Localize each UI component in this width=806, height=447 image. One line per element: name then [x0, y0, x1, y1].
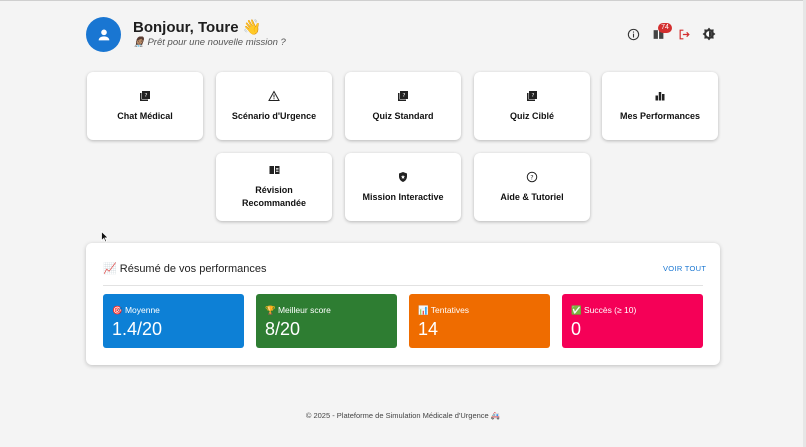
card-label: Mission Interactive: [362, 191, 444, 202]
card-mes-performances[interactable]: Mes Performances: [602, 72, 718, 140]
card-aide-tutoriel[interactable]: ? Aide & Tutoriel: [474, 153, 590, 221]
quiz-book-icon: ?: [140, 90, 150, 101]
avatar[interactable]: [86, 17, 121, 52]
mouse-cursor-icon: [101, 231, 109, 243]
greeting-subtitle: 👩🏽‍⚕️ Prêt pour une nouvelle mission ?: [133, 37, 286, 48]
quiz-book-icon: ?: [398, 90, 408, 101]
shield-icon: [399, 171, 407, 182]
notification-badge: 74: [658, 23, 672, 33]
card-label: Aide & Tutoriel: [500, 191, 564, 202]
svg-text:?: ?: [530, 174, 533, 181]
help-circle-icon: ?: [526, 171, 538, 182]
stat-card-meilleur-score: 🏆 Meilleur score 8/20: [256, 294, 397, 348]
stat-label: 🏆 Meilleur score: [265, 305, 331, 315]
svg-text:?: ?: [532, 93, 535, 99]
svg-text:?: ?: [403, 93, 406, 99]
summary-title: 📈 Résumé de vos performances: [103, 263, 267, 275]
logout-icon[interactable]: [676, 26, 692, 42]
svg-text:?: ?: [145, 93, 148, 99]
card-scenario-urgence[interactable]: Scénario d'Urgence: [216, 72, 332, 140]
stat-value: 1.4/20: [112, 319, 163, 339]
stat-card-moyenne: 🎯 Moyenne 1.4/20: [103, 294, 244, 348]
stat-label: 🎯 Moyenne: [112, 305, 160, 315]
card-label: Scénario d'Urgence: [231, 110, 317, 121]
stat-card-tentatives: 📊 Tentatives 14: [409, 294, 550, 348]
card-label: Quiz Standard: [372, 110, 434, 121]
top-border: [0, 0, 806, 1]
card-label: Révision Recommandée: [241, 185, 307, 208]
card-label: Mes Performances: [619, 110, 701, 121]
info-icon[interactable]: [625, 26, 641, 42]
stat-card-succes: ✅ Succès (≥ 10) 0: [562, 294, 703, 348]
stat-value: 14: [418, 319, 439, 339]
footer-copyright: © 2025 - Plateforme de Simulation Médica…: [305, 411, 501, 420]
stat-value: 0: [571, 319, 582, 339]
card-mission-interactive[interactable]: Mission Interactive: [345, 153, 461, 221]
stat-label: 📊 Tentatives: [418, 305, 470, 315]
stat-label: ✅ Succès (≥ 10): [571, 305, 637, 315]
card-label: Quiz Ciblé: [509, 110, 554, 121]
card-chat-medical[interactable]: ? Chat Médical: [87, 72, 203, 140]
card-revision-recommandee[interactable]: Révision Recommandée: [216, 153, 332, 221]
divider: [103, 285, 703, 286]
card-quiz-cible[interactable]: ? Quiz Ciblé: [474, 72, 590, 140]
bar-chart-icon: [655, 91, 665, 100]
person-icon: [98, 29, 109, 40]
quiz-book-icon: ?: [527, 90, 537, 101]
greeting-title: Bonjour, Toure 👋: [133, 19, 262, 36]
voir-tout-button[interactable]: VOIR TOUT: [663, 264, 706, 273]
card-quiz-standard[interactable]: ? Quiz Standard: [345, 72, 461, 140]
warning-icon: [268, 89, 280, 101]
open-book-icon: [269, 166, 279, 174]
stat-value: 8/20: [265, 319, 301, 339]
card-label: Chat Médical: [117, 110, 173, 121]
theme-toggle-icon[interactable]: [701, 26, 717, 42]
